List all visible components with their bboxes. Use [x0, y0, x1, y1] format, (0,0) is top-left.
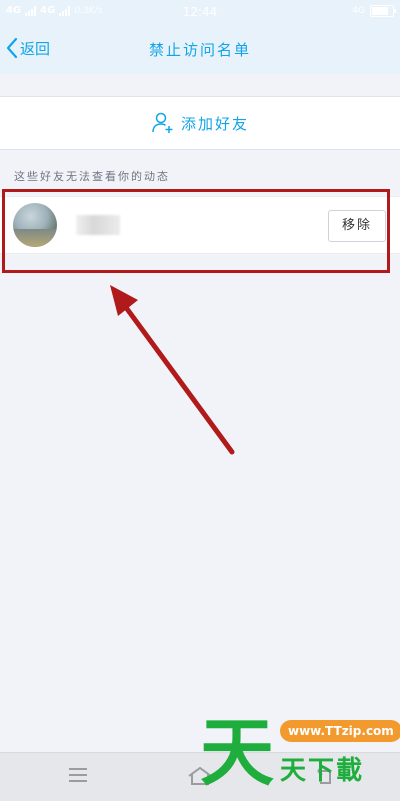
- watermark-site: www.TTzip.com: [280, 720, 400, 742]
- watermark-logo: 天 www.TTzip.com 天下載: [200, 706, 400, 800]
- menu-icon[interactable]: [66, 765, 90, 785]
- watermark-big-char: 天: [200, 710, 274, 796]
- annotation-arrow: [110, 285, 235, 455]
- watermark-text: 天下載: [280, 756, 365, 786]
